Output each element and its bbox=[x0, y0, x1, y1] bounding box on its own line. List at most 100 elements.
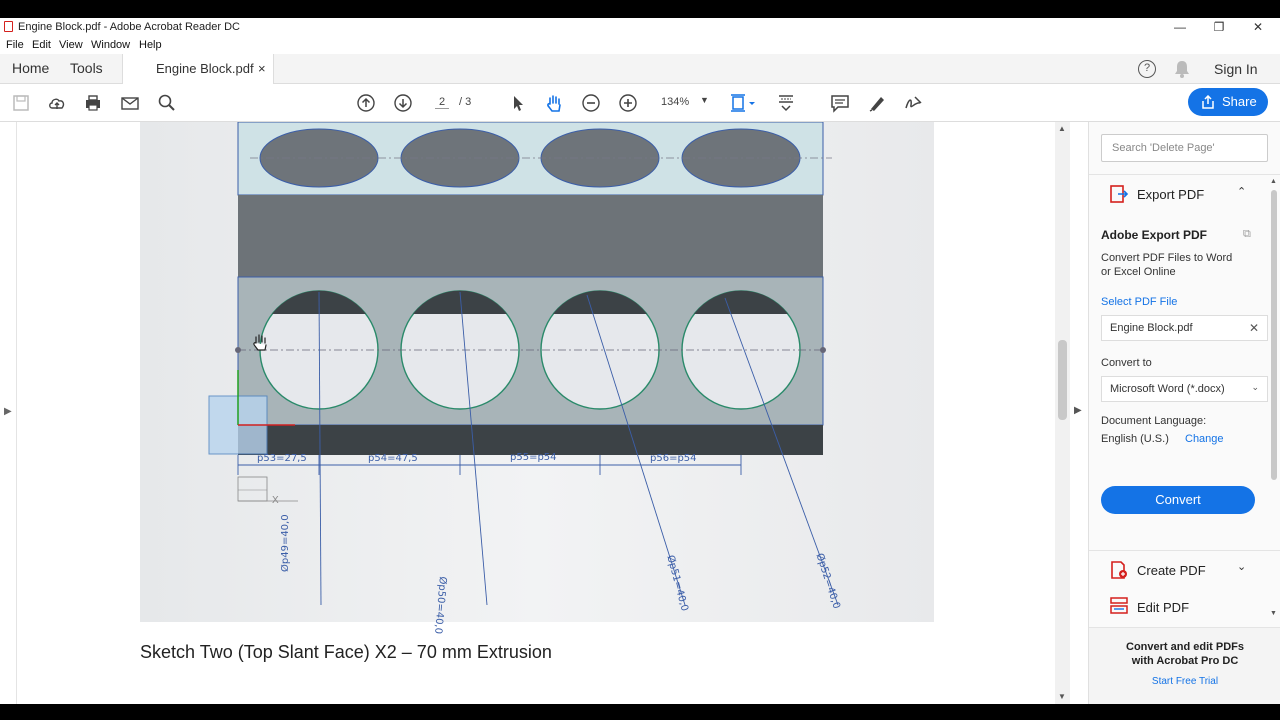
pdf-file-icon bbox=[4, 21, 13, 32]
chevron-down-icon[interactable]: ⌄ bbox=[1237, 560, 1246, 573]
sign-in-link[interactable]: Sign In bbox=[1214, 61, 1258, 77]
previous-page-icon[interactable] bbox=[355, 92, 377, 114]
bottom-black-bar bbox=[0, 704, 1280, 720]
share-label: Share bbox=[1222, 94, 1257, 109]
scrollbar-thumb[interactable] bbox=[1271, 190, 1277, 480]
comment-icon[interactable] bbox=[829, 92, 851, 114]
window-title: Engine Block.pdf - Adobe Acrobat Reader … bbox=[18, 21, 240, 33]
save-icon[interactable] bbox=[10, 92, 32, 114]
next-page-icon[interactable] bbox=[392, 92, 414, 114]
menu-view[interactable]: View bbox=[59, 39, 83, 51]
convert-to-label: Convert to bbox=[1101, 357, 1152, 369]
remove-file-icon[interactable]: ✕ bbox=[1249, 321, 1259, 335]
format-select-value: Microsoft Word (*.docx) bbox=[1110, 383, 1225, 395]
scroll-mode-icon[interactable] bbox=[775, 92, 797, 114]
title-bar: Engine Block.pdf - Adobe Acrobat Reader … bbox=[0, 18, 1280, 36]
document-caption: Sketch Two (Top Slant Face) X2 – 70 mm E… bbox=[140, 642, 552, 662]
adobe-export-title: Adobe Export PDF bbox=[1101, 228, 1208, 242]
toolbar: 2 / 3 134% ▼ Share bbox=[0, 84, 1280, 122]
upgrade-promo: Convert and edit PDFs with Acrobat Pro D… bbox=[1089, 627, 1280, 704]
menu-window[interactable]: Window bbox=[91, 39, 130, 51]
convert-button[interactable]: Convert bbox=[1101, 486, 1255, 514]
acrobat-window: Engine Block.pdf - Adobe Acrobat Reader … bbox=[0, 0, 1280, 720]
scroll-down-icon[interactable]: ▼ bbox=[1058, 692, 1066, 701]
minimize-button[interactable]: — bbox=[1160, 18, 1200, 36]
scroll-up-icon[interactable]: ▲ bbox=[1058, 124, 1066, 133]
menu-help[interactable]: Help bbox=[139, 39, 162, 51]
print-icon[interactable] bbox=[82, 92, 104, 114]
selected-file-name: Engine Block.pdf bbox=[1110, 322, 1193, 334]
scroll-up-icon[interactable]: ▲ bbox=[1270, 178, 1277, 185]
select-file-link[interactable]: Select PDF File bbox=[1101, 296, 1177, 308]
dimension-label: p56=p54 bbox=[650, 453, 697, 464]
create-pdf-item[interactable]: Create PDF ⌄ bbox=[1089, 550, 1280, 586]
edit-pdf-icon bbox=[1110, 597, 1128, 614]
page-total: / 3 bbox=[459, 96, 472, 108]
copy-icon[interactable]: ⧉ bbox=[1243, 228, 1251, 241]
share-icon bbox=[1202, 95, 1214, 109]
diameter-label: Øp49=40,0 bbox=[280, 514, 291, 572]
format-select[interactable]: Microsoft Word (*.docx) ⌄ bbox=[1101, 376, 1268, 402]
document-viewer[interactable]: ▶ p53=27,5 p54=47,5 p55=p54 p56=p54 X Øp… bbox=[0, 122, 1070, 704]
promo-line-2: with Acrobat Pro DC bbox=[1131, 655, 1239, 667]
email-icon[interactable] bbox=[119, 92, 141, 114]
menu-edit[interactable]: Edit bbox=[32, 39, 51, 51]
collapse-right-pane-icon[interactable]: ▶ bbox=[1074, 405, 1082, 416]
tab-document[interactable]: Engine Block.pdf × bbox=[122, 54, 274, 85]
edit-pdf-label: Edit PDF bbox=[1137, 600, 1190, 615]
zoom-level-select[interactable]: 134% ▼ bbox=[656, 94, 716, 112]
expand-left-panel-icon[interactable]: ▶ bbox=[4, 406, 12, 417]
menu-file[interactable]: File bbox=[6, 39, 24, 51]
sign-icon[interactable] bbox=[902, 92, 924, 114]
zoom-chevron-down-icon: ▼ bbox=[700, 95, 709, 105]
zoom-in-icon[interactable] bbox=[617, 92, 639, 114]
left-panel-collapsed: ▶ bbox=[0, 122, 17, 704]
page-indicator: 2 / 3 bbox=[427, 94, 497, 112]
export-pdf-title: Export PDF bbox=[1137, 187, 1205, 202]
start-free-trial-link[interactable]: Start Free Trial bbox=[1089, 676, 1280, 687]
description-line-2: or Excel Online bbox=[1101, 266, 1176, 278]
edit-pdf-item[interactable]: Edit PDF bbox=[1089, 588, 1280, 624]
chevron-down-icon: ⌄ bbox=[1251, 382, 1259, 392]
create-pdf-label: Create PDF bbox=[1137, 563, 1206, 578]
menu-bar: File Edit View Window Help bbox=[0, 36, 1280, 54]
export-pdf-header[interactable]: Export PDF ⌃ bbox=[1089, 174, 1280, 210]
dimension-label: p55=p54 bbox=[510, 452, 557, 463]
tab-document-label: Engine Block.pdf bbox=[156, 61, 254, 76]
create-pdf-icon bbox=[1111, 561, 1127, 579]
chevron-up-icon[interactable]: ⌃ bbox=[1237, 185, 1246, 198]
notifications-bell-icon[interactable] bbox=[1174, 60, 1190, 78]
document-language-label: Document Language: bbox=[1101, 415, 1207, 427]
scroll-down-icon[interactable]: ▼ bbox=[1270, 610, 1277, 617]
hand-cursor-icon bbox=[253, 334, 267, 351]
fit-page-icon[interactable] bbox=[728, 92, 758, 114]
export-pdf-icon bbox=[1110, 185, 1129, 203]
top-black-bar bbox=[0, 0, 1280, 18]
select-cursor-icon[interactable] bbox=[507, 92, 529, 114]
tab-home[interactable]: Home bbox=[12, 54, 49, 84]
change-language-link[interactable]: Change bbox=[1185, 433, 1224, 445]
dimension-label: p53=27,5 bbox=[257, 453, 307, 464]
page-number-input[interactable]: 2 bbox=[435, 96, 449, 109]
hand-tool-icon[interactable] bbox=[543, 92, 565, 114]
help-icon[interactable]: ? bbox=[1138, 60, 1156, 78]
tools-search-input[interactable]: Search 'Delete Page' bbox=[1101, 134, 1268, 162]
tools-pane: Search 'Delete Page' Export PDF ⌃ Adobe … bbox=[1088, 122, 1280, 704]
share-button[interactable]: Share bbox=[1188, 88, 1268, 116]
close-window-button[interactable]: ✕ bbox=[1238, 18, 1278, 36]
tools-pane-scrollbar[interactable]: ▲ bbox=[1269, 178, 1279, 618]
search-icon[interactable] bbox=[156, 92, 178, 114]
description-line-1: Convert PDF Files to Word bbox=[1101, 252, 1233, 264]
zoom-out-icon[interactable] bbox=[580, 92, 602, 114]
document-language-value: English (U.S.) bbox=[1101, 433, 1169, 445]
highlight-pen-icon[interactable] bbox=[866, 92, 888, 114]
tab-tools[interactable]: Tools bbox=[70, 54, 103, 84]
restore-button[interactable]: ❐ bbox=[1199, 18, 1239, 36]
scrollbar-thumb[interactable] bbox=[1058, 340, 1067, 420]
cad-sketch bbox=[208, 122, 839, 606]
selected-file-field: Engine Block.pdf ✕ bbox=[1101, 315, 1268, 341]
cad-drawing-image: p53=27,5 p54=47,5 p55=p54 p56=p54 X Øp49… bbox=[140, 122, 934, 634]
tab-close-icon[interactable]: × bbox=[258, 54, 266, 83]
cloud-upload-icon[interactable] bbox=[46, 92, 68, 114]
document-scrollbar[interactable]: ▲ ▼ bbox=[1055, 122, 1070, 704]
